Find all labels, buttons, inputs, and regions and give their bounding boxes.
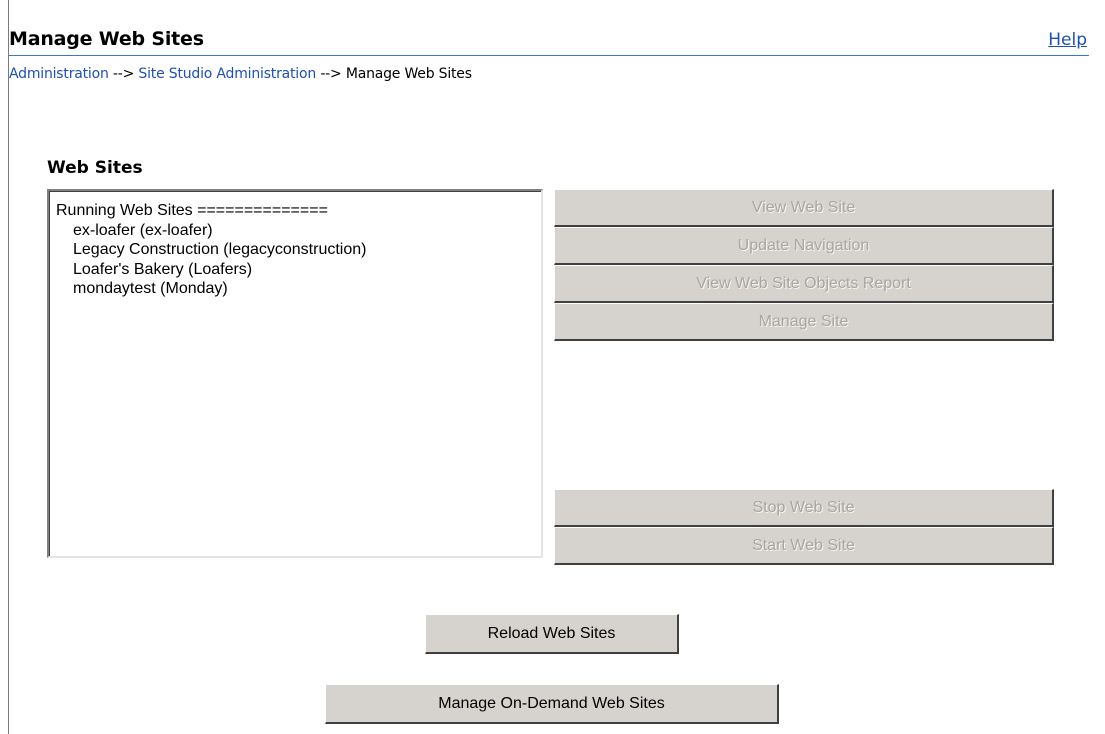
breadcrumb-current-page: Manage Web Sites xyxy=(345,66,472,82)
breadcrumb-separator: --> xyxy=(320,66,342,82)
reload-web-sites-button[interactable]: Reload Web Sites xyxy=(425,614,679,654)
breadcrumb-site-studio-admin-link[interactable]: Site Studio Administration xyxy=(138,66,316,82)
title-divider xyxy=(9,55,1089,56)
web-sites-listbox[interactable]: Running Web Sites ============== ex-loaf… xyxy=(47,189,543,558)
view-web-site-button[interactable]: View Web Site xyxy=(554,189,1054,227)
list-item[interactable]: Loafer's Bakery (Loafers) xyxy=(56,260,541,280)
view-objects-report-button[interactable]: View Web Site Objects Report xyxy=(554,265,1054,303)
breadcrumb-administration-link[interactable]: Administration xyxy=(9,66,109,82)
stop-web-site-button[interactable]: Stop Web Site xyxy=(554,489,1054,527)
start-web-site-button[interactable]: Start Web Site xyxy=(554,527,1054,565)
web-sites-heading: Web Sites xyxy=(47,158,143,178)
update-navigation-button[interactable]: Update Navigation xyxy=(554,227,1054,265)
list-item[interactable]: Legacy Construction (legacyconstruction) xyxy=(56,240,541,260)
page-title: Manage Web Sites xyxy=(9,28,204,50)
list-group-header[interactable]: Running Web Sites ============== xyxy=(56,201,541,221)
manage-on-demand-button[interactable]: Manage On-Demand Web Sites xyxy=(325,684,779,724)
list-item[interactable]: ex-loafer (ex-loafer) xyxy=(56,221,541,241)
help-link[interactable]: Help xyxy=(1048,30,1087,50)
breadcrumb: Administration --> Site Studio Administr… xyxy=(9,66,472,82)
breadcrumb-separator: --> xyxy=(112,66,135,82)
manage-site-button[interactable]: Manage Site xyxy=(554,303,1054,341)
list-item[interactable]: mondaytest (Monday) xyxy=(56,279,541,299)
